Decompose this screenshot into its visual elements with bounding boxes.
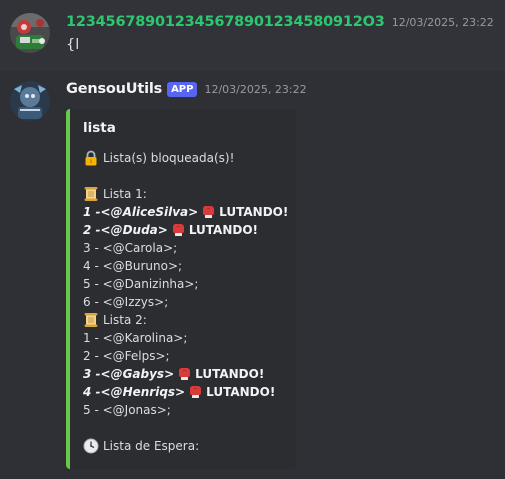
scroll-icon	[83, 312, 99, 328]
list-item: 6 - <@Izzys>;	[83, 295, 169, 309]
list2-header: Lista 2:	[83, 311, 298, 329]
username[interactable]: 123456789012345678901234580912O3	[66, 14, 385, 30]
embed-description: Lista(s) bloqueada(s)! Lista 1: 1 -<@Ali…	[83, 149, 298, 455]
message-timestamp: 12/03/2025, 23:22	[391, 16, 494, 29]
boxing-glove-icon	[172, 223, 186, 237]
scroll-icon	[83, 186, 99, 202]
list1-header: Lista 1:	[83, 185, 298, 203]
message-timestamp: 12/03/2025, 23:22	[204, 83, 307, 96]
lock-icon	[83, 150, 99, 166]
waiting-list-header: Lista de Espera:	[83, 437, 298, 455]
list-item: 5 - <@Jonas>;	[83, 403, 171, 417]
boxing-glove-icon	[189, 385, 203, 399]
locked-line: Lista(s) bloqueada(s)!	[83, 149, 298, 167]
list1-label: Lista 1:	[103, 187, 147, 201]
list-item: 2 - <@Felps>;	[83, 349, 170, 363]
list-item: 1 - <@Karolina>;	[83, 331, 188, 345]
list-item: 1 -<@AliceSilva> LUTANDO!	[83, 205, 289, 219]
locked-text: Lista(s) bloqueada(s)!	[103, 151, 235, 165]
clock-icon	[83, 438, 99, 454]
boxing-glove-icon	[178, 367, 192, 381]
user-avatar[interactable]	[10, 13, 50, 53]
list-item: 4 - <@Buruno>;	[83, 259, 183, 273]
message-bot: GensouUtils APP 12/03/2025, 23:22 lista …	[0, 71, 505, 479]
list-item: 3 -<@Gabys> LUTANDO!	[83, 367, 265, 381]
boxing-glove-icon	[202, 205, 216, 219]
waiting-label: Lista de Espera:	[103, 439, 200, 453]
list2-label: Lista 2:	[103, 313, 147, 327]
bot-username[interactable]: GensouUtils	[66, 81, 162, 97]
list-item: 2 -<@Duda> LUTANDO!	[83, 223, 258, 237]
list-item: 4 -<@Henriqs> LUTANDO!	[83, 385, 276, 399]
app-badge: APP	[167, 82, 198, 97]
message-user: 123456789012345678901234580912O3 12/03/2…	[0, 0, 505, 71]
embed: lista Lista(s) bloqueada(s)! Lista 1: 1 …	[66, 109, 296, 469]
list-item: 3 - <@Carola>;	[83, 241, 178, 255]
bot-avatar[interactable]	[10, 81, 50, 121]
list-item: 5 - <@Danizinha>;	[83, 277, 199, 291]
embed-title: lista	[83, 120, 116, 136]
message-content: {l	[66, 37, 80, 53]
